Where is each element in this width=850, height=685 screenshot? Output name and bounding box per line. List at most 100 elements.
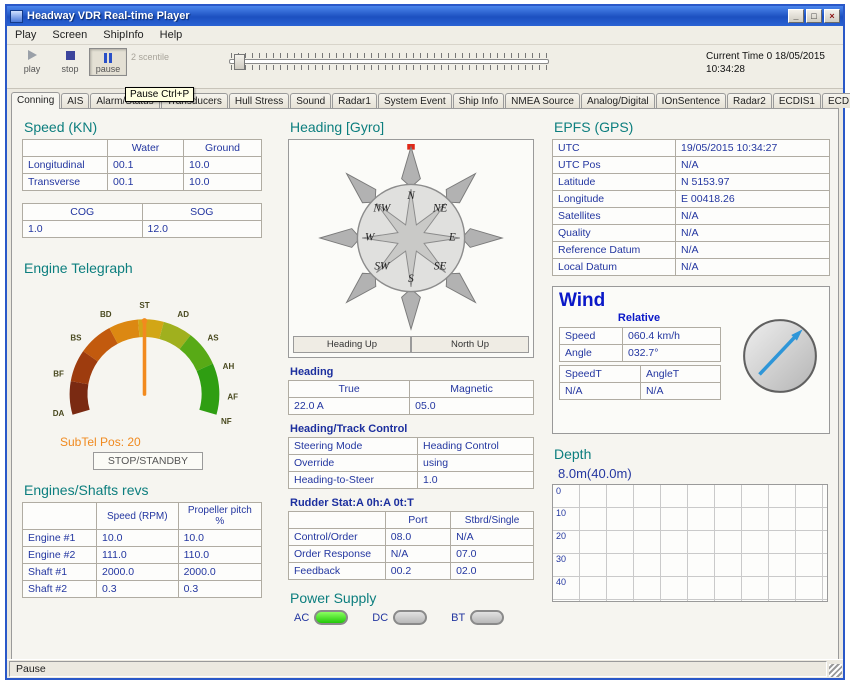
app-icon[interactable]	[10, 10, 23, 23]
depth-tick: 30	[556, 554, 566, 564]
tab-radar2[interactable]: Radar2	[727, 93, 772, 108]
wind-mode: Relative	[559, 312, 719, 324]
tab-ecdis1[interactable]: ECDIS1	[773, 93, 821, 108]
close-button[interactable]: ×	[824, 9, 840, 23]
tab-ship-info[interactable]: Ship Info	[453, 93, 504, 108]
menu-help[interactable]: Help	[152, 27, 191, 43]
table-row: LatitudeN 5153.97	[553, 174, 830, 191]
title-bar: Headway VDR Real-time Player _ □ ×	[7, 6, 843, 26]
slider-thumb[interactable]	[234, 54, 245, 70]
heading-col-true: True	[289, 381, 410, 398]
cog-sog-table: COG SOG 1.0 12.0	[22, 203, 262, 238]
tab-ais[interactable]: AIS	[61, 93, 89, 108]
minimize-button[interactable]: _	[788, 9, 804, 23]
menu-play[interactable]: Play	[7, 27, 44, 43]
tab-sound[interactable]: Sound	[290, 93, 331, 108]
cog-label: COG	[23, 204, 143, 221]
epfs-section-title: EPFS (GPS)	[554, 119, 840, 135]
engines-col-pitch: Propeller pitch %	[178, 503, 261, 530]
tab-ecdis2[interactable]: ECDIS2	[822, 93, 850, 108]
tab-hull-stress[interactable]: Hull Stress	[229, 93, 289, 108]
heading-up-button[interactable]: Heading Up	[293, 336, 411, 353]
table-row: QualityN/A	[553, 225, 830, 242]
engines-table: Speed (RPM) Propeller pitch % Engine #1 …	[22, 502, 262, 598]
compass-point-label: SW	[374, 261, 391, 273]
pause-icon	[92, 50, 124, 64]
heading-col-magnetic: Magnetic	[410, 381, 534, 398]
tab-analog-digital[interactable]: Analog/Digital	[581, 93, 655, 108]
power-bt-label: BT	[451, 612, 465, 624]
slider-track[interactable]	[229, 59, 549, 64]
compass-panel: N NE E SE S SW W NW Heading Up North Up	[288, 139, 534, 358]
menu-screen[interactable]: Screen	[44, 27, 95, 43]
power-section-title: Power Supply	[290, 590, 538, 606]
track-control-subtitle: Heading/Track Control	[290, 423, 538, 435]
telegraph-label: AS	[207, 334, 219, 343]
heading-subtitle: Heading	[290, 366, 538, 378]
stop-icon	[54, 50, 86, 64]
pause-button[interactable]: pause	[89, 48, 127, 76]
tab-nmea-source[interactable]: NMEA Source	[505, 93, 580, 108]
telegraph-label: BF	[53, 369, 64, 378]
status-text: Pause	[9, 661, 827, 677]
power-ac-label: AC	[294, 612, 309, 624]
speed-col-ground: Ground	[184, 140, 262, 157]
compass-rose: N NE E SE S SW W NW	[316, 144, 506, 332]
heading-true-value: 22.0 A	[289, 398, 410, 415]
depth-tick: 0	[556, 486, 561, 496]
current-time-line2: 10:34:28	[706, 63, 825, 76]
resize-grip[interactable]	[829, 664, 842, 677]
power-dc-label: DC	[372, 612, 388, 624]
stop-button[interactable]: stop	[51, 48, 89, 76]
table-row: Shaft #2 0.3 0.3	[23, 581, 262, 598]
tab-ionsentence[interactable]: IOnSentence	[656, 93, 726, 108]
table-row: UTC19/05/2015 10:34:27	[553, 140, 830, 157]
tab-system-event[interactable]: System Event	[378, 93, 452, 108]
epfs-table: UTC19/05/2015 10:34:27 UTC PosN/A Latitu…	[552, 139, 830, 276]
engines-col-rpm: Speed (RPM)	[97, 503, 179, 530]
wind-speedt-value: N/A	[560, 383, 641, 400]
telegraph-label: ST	[139, 301, 149, 310]
current-time: Current Time 0 18/05/2015 10:34:28	[706, 48, 837, 76]
rudder-col-port: Port	[385, 512, 450, 529]
telegraph-label: AH	[223, 362, 235, 371]
north-up-button[interactable]: North Up	[411, 336, 529, 353]
depth-tick: 10	[556, 508, 566, 518]
menu-shipinfo[interactable]: ShipInfo	[95, 27, 151, 43]
power-indicators: AC DC BT	[294, 610, 538, 625]
conning-page: Speed (KN) Water Ground Longitudinal 00.…	[11, 108, 839, 662]
status-bar: Pause	[7, 659, 843, 678]
stop-standby-button[interactable]: STOP/STANDBY	[93, 452, 203, 470]
tab-conning[interactable]: Conning	[11, 92, 60, 109]
wind-true-table: SpeedT AngleT N/A N/A	[559, 365, 721, 400]
engine-telegraph-gauge: DA BF BS BD ST AD AS AH AF NF	[22, 280, 272, 433]
depth-tick: 40	[556, 577, 566, 587]
play-button[interactable]: play	[13, 48, 51, 76]
wind-title: Wind	[559, 291, 823, 311]
telegraph-label: AF	[227, 392, 238, 401]
telegraph-label: AD	[177, 310, 189, 319]
app-window: Headway VDR Real-time Player _ □ × Play …	[5, 4, 845, 680]
pause-tooltip: Pause Ctrl+P	[125, 87, 194, 102]
table-row: Engine #2 111.0 110.0	[23, 547, 262, 564]
table-row: Control/Order 08.0 N/A	[289, 529, 534, 546]
telegraph-section-title: Engine Telegraph	[24, 260, 274, 276]
slider-ticks-top	[231, 53, 547, 58]
depth-grid: 0 10 20 30 40	[552, 484, 828, 602]
subtel-position: SubTel Pos: 20	[60, 435, 274, 449]
compass-point-label: E	[448, 232, 456, 244]
table-row: Order Response N/A 07.0	[289, 546, 534, 563]
heading-table: True Magnetic 22.0 A 05.0	[288, 380, 534, 415]
table-row: Override using	[289, 455, 534, 472]
table-row: Angle 032.7°	[560, 345, 721, 362]
maximize-button[interactable]: □	[806, 9, 822, 23]
speed-table: Water Ground Longitudinal 00.1 10.0 Tran…	[22, 139, 262, 191]
power-bt-indicator	[470, 610, 504, 625]
telegraph-label: BD	[100, 310, 112, 319]
power-ac-indicator	[314, 610, 348, 625]
timeline-slider[interactable]	[229, 52, 549, 71]
depth-tick: 20	[556, 531, 566, 541]
tab-radar1[interactable]: Radar1	[332, 93, 377, 108]
track-control-table: Steering Mode Heading Control Override u…	[288, 437, 534, 489]
table-row: Reference DatumN/A	[553, 242, 830, 259]
